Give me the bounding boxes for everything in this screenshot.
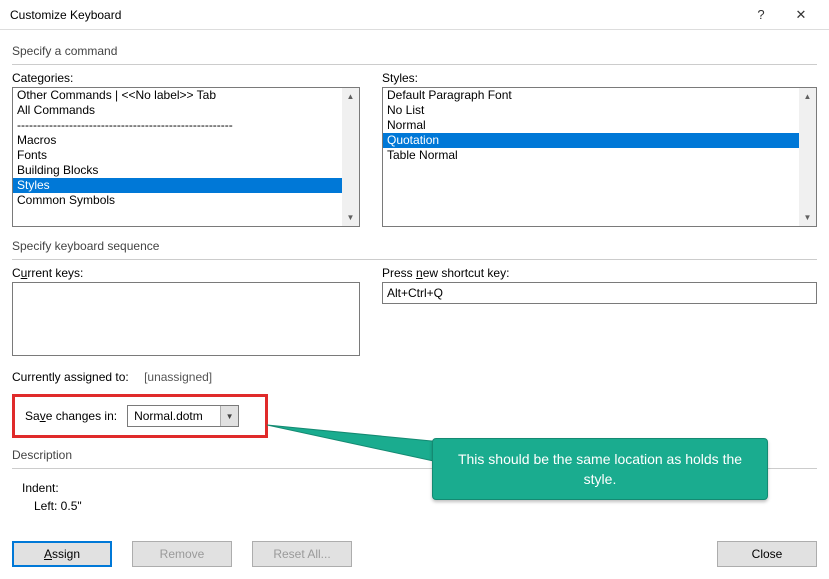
- close-icon: ✕: [796, 7, 807, 23]
- annotation-callout: This should be the same location as hold…: [432, 438, 768, 500]
- window-title: Customize Keyboard: [10, 8, 741, 22]
- list-item[interactable]: Normal: [383, 118, 816, 133]
- list-item[interactable]: Other Commands | <<No label>> Tab: [13, 88, 359, 103]
- assign-button[interactable]: Assign: [12, 541, 112, 567]
- save-changes-label: Save changes in:: [25, 409, 117, 423]
- reset-all-button[interactable]: Reset All...: [252, 541, 352, 567]
- list-item[interactable]: Styles: [13, 178, 359, 193]
- current-keys-listbox[interactable]: [12, 282, 360, 356]
- section-specify-sequence: Specify keyboard sequence: [12, 239, 817, 253]
- scroll-up-icon[interactable]: ▲: [342, 88, 359, 105]
- categories-label: Categories:: [12, 71, 360, 85]
- save-changes-value: Normal.dotm: [128, 406, 220, 426]
- dialog-buttons: Assign Remove Reset All... Close: [12, 541, 817, 567]
- divider: [12, 64, 817, 65]
- assigned-value: [unassigned]: [144, 370, 212, 384]
- scroll-track[interactable]: [799, 105, 816, 209]
- list-item[interactable]: Quotation: [383, 133, 816, 148]
- help-button[interactable]: ?: [741, 1, 781, 29]
- press-new-label: Press new shortcut key:: [382, 266, 817, 280]
- scrollbar[interactable]: ▲ ▼: [342, 88, 359, 226]
- scrollbar[interactable]: ▲ ▼: [799, 88, 816, 226]
- current-keys-label: Current keys:: [12, 266, 360, 280]
- list-item[interactable]: ----------------------------------------…: [13, 118, 359, 133]
- help-icon: ?: [757, 7, 764, 22]
- callout-text: This should be the same location as hold…: [453, 449, 747, 489]
- shortcut-input[interactable]: [382, 282, 817, 304]
- save-changes-combo[interactable]: Normal.dotm ▼: [127, 405, 239, 427]
- divider: [12, 259, 817, 260]
- scroll-track[interactable]: [342, 105, 359, 209]
- section-specify-command: Specify a command: [12, 44, 817, 58]
- categories-listbox[interactable]: Other Commands | <<No label>> Tab All Co…: [12, 87, 360, 227]
- list-item[interactable]: Common Symbols: [13, 193, 359, 208]
- list-item[interactable]: Building Blocks: [13, 163, 359, 178]
- remove-button[interactable]: Remove: [132, 541, 232, 567]
- chevron-down-icon[interactable]: ▼: [220, 406, 238, 426]
- titlebar: Customize Keyboard ? ✕: [0, 0, 829, 30]
- scroll-down-icon[interactable]: ▼: [799, 209, 816, 226]
- scroll-up-icon[interactable]: ▲: [799, 88, 816, 105]
- list-item[interactable]: Table Normal: [383, 148, 816, 163]
- currently-assigned: Currently assigned to: [unassigned]: [12, 370, 817, 384]
- styles-listbox[interactable]: Default Paragraph Font No List Normal Qu…: [382, 87, 817, 227]
- scroll-down-icon[interactable]: ▼: [342, 209, 359, 226]
- list-item[interactable]: No List: [383, 103, 816, 118]
- save-changes-highlight: Save changes in: Normal.dotm ▼: [12, 394, 268, 438]
- close-window-button[interactable]: ✕: [781, 1, 821, 29]
- list-item[interactable]: All Commands: [13, 103, 359, 118]
- list-item[interactable]: Macros: [13, 133, 359, 148]
- close-button[interactable]: Close: [717, 541, 817, 567]
- styles-label: Styles:: [382, 71, 817, 85]
- list-item[interactable]: Fonts: [13, 148, 359, 163]
- list-item[interactable]: Default Paragraph Font: [383, 88, 816, 103]
